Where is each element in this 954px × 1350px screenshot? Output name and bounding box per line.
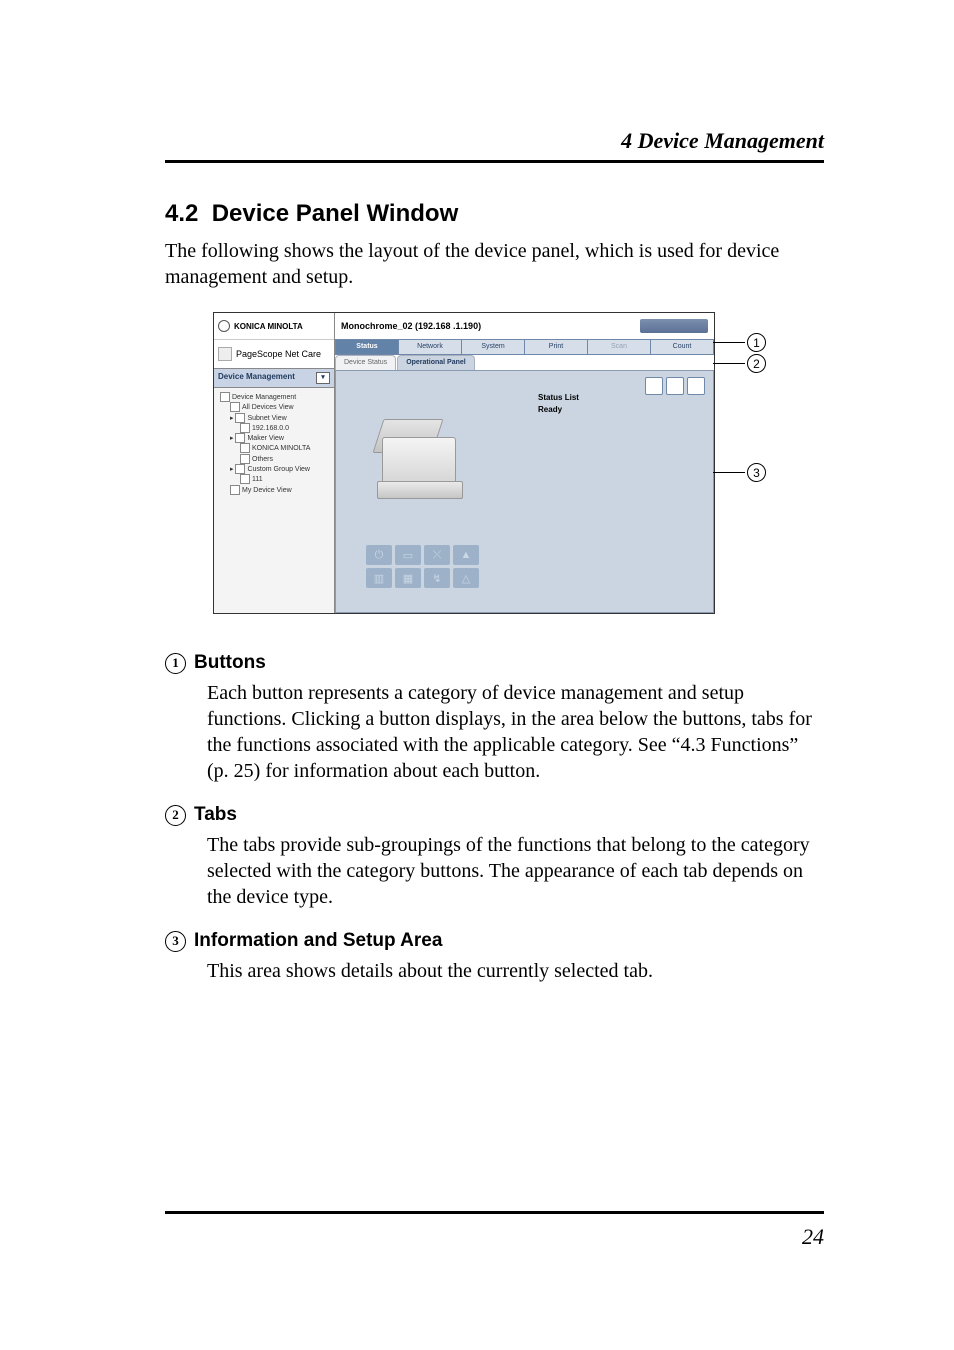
circled-number-3: 3 [165,931,186,952]
callout-line-2 [713,363,745,364]
up-arrow-icon[interactable] [645,377,663,395]
app-frame: KONICA MINOLTA PageScope Net Care Device… [213,312,715,614]
print-button[interactable]: Print [525,339,588,355]
device-status-tab[interactable]: Device Status [335,355,396,370]
tree-item[interactable]: All Devices View [242,404,294,411]
help-icon[interactable] [687,377,705,395]
device-tree[interactable]: Device Management All Devices View ▸ Sub… [214,388,334,499]
system-button[interactable]: System [462,339,525,355]
item-title-info-area: Information and Setup Area [194,930,442,952]
dropdown-icon[interactable]: ▾ [316,372,330,384]
tree-item[interactable]: KONICA MINOLTA [252,445,310,452]
figure-screenshot: KONICA MINOLTA PageScope Net Care Device… [213,312,773,612]
scan-button[interactable]: Scan [588,339,651,355]
tree-item[interactable]: Others [252,456,273,463]
ready-label: Ready [538,405,562,414]
output-icon: ▦ [395,568,421,588]
power-icon: ⏻ [366,545,392,565]
section-title: 4.2 Device Panel Window [165,200,821,228]
door-icon: ⤬ [424,545,450,565]
main-area: Monochrome_02 (192.168 .1.190) Status Ne… [335,313,714,613]
item-body-buttons: Each button represents a category of dev… [207,680,821,784]
tree-item[interactable]: Subnet View [247,414,286,421]
tree-item[interactable]: Maker View [247,435,283,442]
operational-panel-tab[interactable]: Operational Panel [397,355,475,370]
tree-item[interactable]: 111 [252,476,263,483]
toolbar-buttons [645,377,705,395]
paper-icon: ▭ [395,545,421,565]
callout-2: 2 [747,354,766,373]
brand-text: KONICA MINOLTA [234,322,303,331]
device-title: Monochrome_02 (192.168 .1.190) [341,321,481,331]
tree-item[interactable]: Custom Group View [247,466,310,473]
printer-image [368,411,468,501]
callout-3: 3 [747,463,766,482]
item-heading-tabs: 2 Tabs [165,804,821,826]
item-title-tabs: Tabs [194,804,237,826]
refresh-icon[interactable] [666,377,684,395]
tree-item[interactable]: 192.168.0.0 [252,425,289,432]
status-icon-grid: ⏻ ▭ ⤬ ▲ ▥ ▦ ↯ △ [366,545,479,588]
category-button-row: Status Network System Print Scan Count [335,339,714,355]
sidebar: KONICA MINOLTA PageScope Net Care Device… [214,313,335,613]
tree-root[interactable]: Device Management [232,394,296,401]
item-title-buttons: Buttons [194,652,266,674]
warning-icon: △ [453,568,479,588]
job-icon: ↯ [424,568,450,588]
callout-1: 1 [747,333,766,352]
item-heading-info-area: 3 Information and Setup Area [165,930,821,952]
toner-icon: ▲ [453,545,479,565]
callout-line-1 [713,342,745,343]
brand-logo: KONICA MINOLTA [214,313,334,340]
page-number: 24 [165,1224,824,1250]
circled-number-2: 2 [165,805,186,826]
brand-icon [218,320,230,332]
sidebar-header-label: Device Management [218,372,295,384]
circled-number-1: 1 [165,653,186,674]
search-device-button[interactable] [640,319,708,333]
intro-paragraph: The following shows the layout of the de… [165,238,821,290]
header-rule [165,160,824,163]
tray-icon: ▥ [366,568,392,588]
callout-line-3 [713,472,745,473]
item-body-info-area: This area shows details about the curren… [207,958,821,984]
section-heading: Device Panel Window [212,200,459,227]
item-heading-buttons: 1 Buttons [165,652,821,674]
count-button[interactable]: Count [651,339,714,355]
title-bar: Monochrome_02 (192.168 .1.190) [335,313,714,339]
item-body-tabs: The tabs provide sub-groupings of the fu… [207,832,821,910]
information-setup-area: ⏻ ▭ ⤬ ▲ ▥ ▦ ↯ △ Status List [335,370,714,613]
chapter-title: 4 Device Management [165,128,824,154]
footer-rule [165,1211,824,1214]
netcare-row: PageScope Net Care [214,340,334,369]
tree-item[interactable]: My Device View [242,486,292,493]
netcare-label: PageScope Net Care [236,349,321,359]
sidebar-header: Device Management ▾ [214,369,334,388]
netcare-icon [218,347,232,361]
status-button[interactable]: Status [335,339,399,355]
sub-tab-row: Device Status Operational Panel [335,355,714,370]
network-button[interactable]: Network [399,339,462,355]
section-number: 4.2 [165,200,198,227]
